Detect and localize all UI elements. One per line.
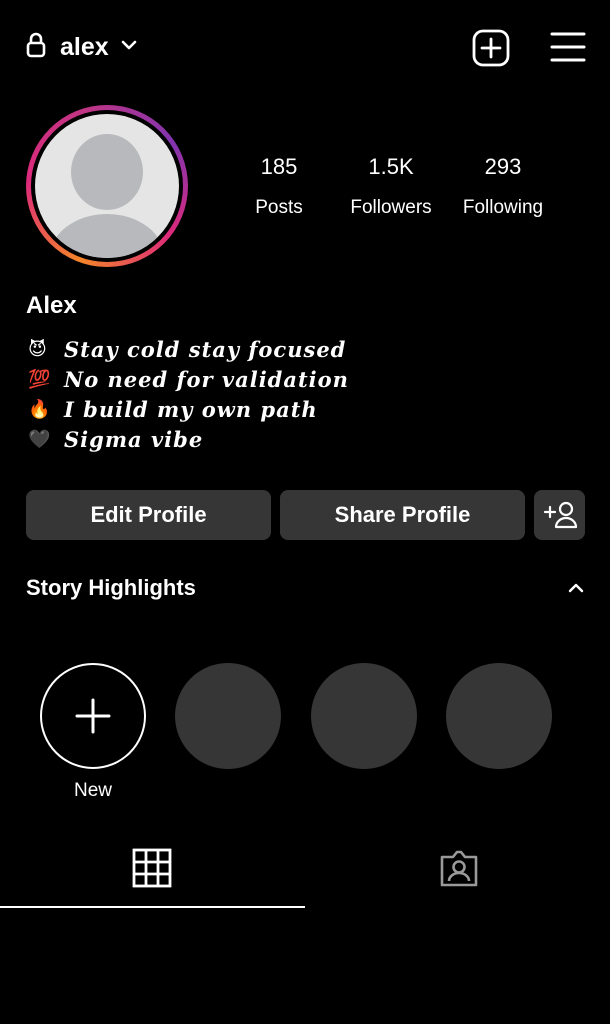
top-bar: alex <box>0 0 610 95</box>
share-profile-button[interactable]: Share Profile <box>280 490 525 540</box>
following-count: 293 <box>484 154 522 179</box>
bio-line: 🖤 Sigma vibe <box>28 424 349 454</box>
devil-emoji-icon: 😈 <box>28 338 47 359</box>
hundred-emoji-icon: 💯 <box>28 368 51 389</box>
new-highlight-button[interactable] <box>40 663 146 769</box>
grid-icon <box>132 848 172 888</box>
edit-profile-button[interactable]: Edit Profile <box>26 490 271 540</box>
posts-stat[interactable]: 185 Posts <box>219 154 339 219</box>
highlight-placeholder <box>446 663 552 769</box>
tab-tagged[interactable] <box>305 838 610 908</box>
tagged-person-icon <box>440 850 478 887</box>
story-highlights-title: Story Highlights <box>26 575 196 600</box>
avatar <box>35 114 179 258</box>
bio-text: No need for validation <box>64 366 349 392</box>
bio-line: 😈 Stay cold stay focused <box>28 334 349 364</box>
posts-count: 185 <box>260 154 298 179</box>
followers-stat[interactable]: 1.5K Followers <box>331 154 451 219</box>
highlight-placeholder <box>175 663 281 769</box>
add-post-icon[interactable] <box>472 29 510 67</box>
followers-count: 1.5K <box>368 154 414 179</box>
followers-label: Followers <box>350 197 432 218</box>
tab-posts-grid[interactable] <box>0 838 305 908</box>
plus-icon <box>75 698 111 734</box>
hamburger-menu-icon[interactable] <box>550 30 586 64</box>
black-heart-emoji-icon: 🖤 <box>28 428 51 449</box>
bio-line: 💯 No need for validation <box>28 364 349 394</box>
posts-label: Posts <box>255 197 303 218</box>
bio-text: Stay cold stay focused <box>64 336 347 362</box>
highlight-placeholder <box>311 663 417 769</box>
bio-line: 🔥 I build my own path <box>28 394 349 424</box>
bio-text: Sigma vibe <box>64 426 204 452</box>
avatar-story-ring[interactable] <box>26 105 188 267</box>
chevron-down-icon[interactable] <box>120 36 138 54</box>
bio: 😈 Stay cold stay focused 💯 No need for v… <box>28 334 349 454</box>
bio-text: I build my own path <box>64 396 318 422</box>
add-person-icon <box>543 501 577 529</box>
following-label: Following <box>462 197 544 218</box>
display-name: Alex <box>26 292 77 319</box>
lock-icon <box>26 32 46 58</box>
following-stat[interactable]: 293 Following <box>443 154 563 219</box>
new-highlight-label: New <box>73 780 112 801</box>
fire-emoji-icon: 🔥 <box>28 398 51 419</box>
discover-people-button[interactable] <box>534 490 585 540</box>
username[interactable]: alex <box>60 33 109 61</box>
chevron-up-icon[interactable] <box>566 578 586 598</box>
